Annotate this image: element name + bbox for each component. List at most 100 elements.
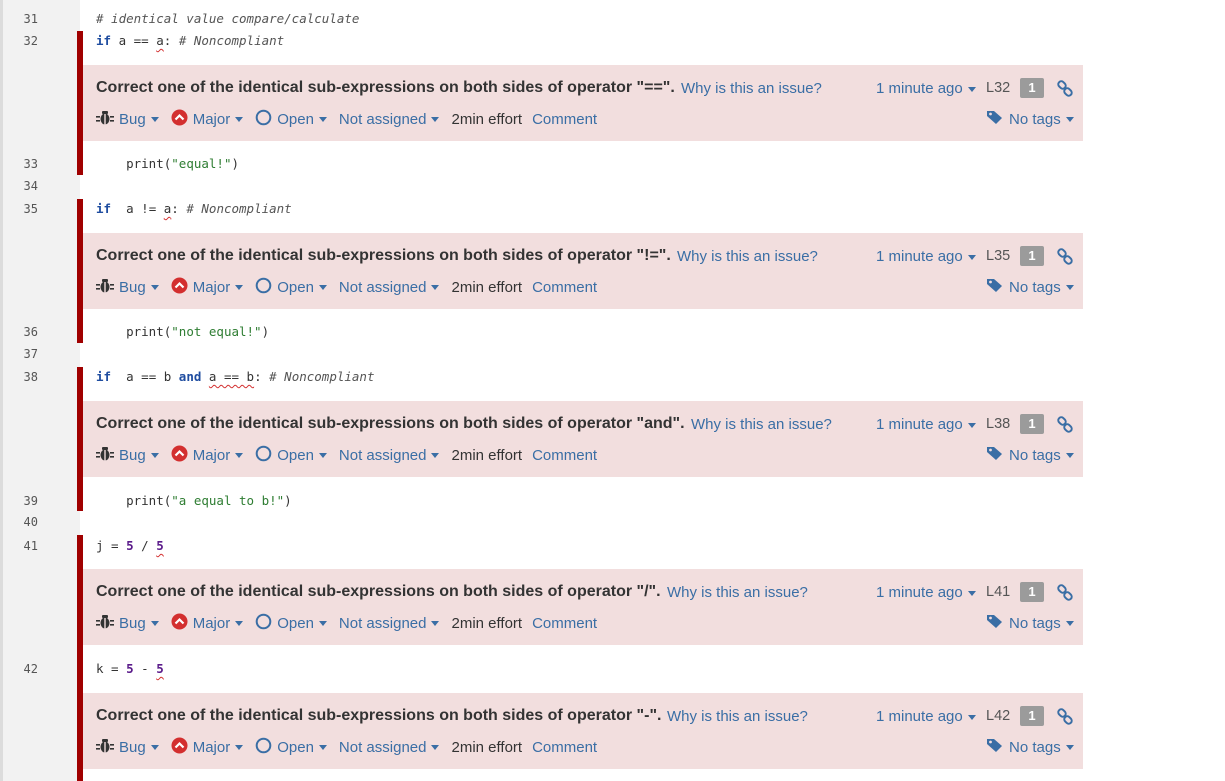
issue-highlight: a == b	[208, 369, 255, 384]
issue-severity-dropdown[interactable]: Major	[171, 445, 244, 466]
issue-message[interactable]: Correct one of the identical sub-express…	[96, 79, 675, 97]
permalink-icon[interactable]	[1056, 248, 1074, 266]
line-number[interactable]: 35	[0, 198, 38, 220]
severity-major-icon	[171, 277, 188, 298]
issue-meta-bar: Bug Major Open Not assigned 2min effort …	[96, 277, 609, 298]
issue-age-dropdown[interactable]: 1 minute ago	[876, 248, 976, 265]
line-number[interactable]: 33	[0, 153, 38, 175]
line-number[interactable]: 38	[0, 366, 38, 388]
line-number[interactable]: 37	[0, 343, 38, 365]
severity-major-icon	[171, 445, 188, 466]
issue-severity-dropdown[interactable]: Major	[171, 737, 244, 758]
comment-link[interactable]: Comment	[532, 615, 597, 632]
issue-box[interactable]: Correct one of the identical sub-express…	[83, 65, 1083, 141]
bug-icon	[96, 446, 114, 466]
issue-assignee-dropdown[interactable]: Not assigned	[339, 615, 440, 632]
issue-box[interactable]: Correct one of the identical sub-express…	[83, 401, 1083, 477]
issue-type-dropdown[interactable]: Bug	[96, 446, 159, 466]
line-number[interactable]: 32	[0, 30, 38, 52]
issue-message[interactable]: Correct one of the identical sub-express…	[96, 707, 661, 725]
issue-message[interactable]: Correct one of the identical sub-express…	[96, 415, 685, 433]
code-text: k = 5 - 5	[96, 661, 164, 676]
issue-age-dropdown[interactable]: 1 minute ago	[876, 708, 976, 725]
line-number[interactable]: 36	[0, 321, 38, 343]
line-number[interactable]: 31	[0, 8, 38, 30]
why-is-this-an-issue-link[interactable]: Why is this an issue?	[681, 80, 822, 97]
permalink-icon[interactable]	[1056, 80, 1074, 98]
issue-box[interactable]: Correct one of the identical sub-express…	[83, 569, 1083, 645]
comment-link[interactable]: Comment	[532, 447, 597, 464]
issue-highlight: 5	[156, 661, 164, 676]
issue-location-count-badge[interactable]: 1	[1020, 582, 1044, 602]
chevron-down-icon	[318, 285, 327, 290]
issue-tags-dropdown[interactable]: No tags	[986, 613, 1074, 633]
why-is-this-an-issue-link[interactable]: Why is this an issue?	[667, 584, 808, 601]
comment-link[interactable]: Comment	[532, 739, 597, 756]
issue-tags-dropdown[interactable]: No tags	[986, 109, 1074, 129]
issue-box[interactable]: Correct one of the identical sub-express…	[83, 233, 1083, 309]
code-text: print("not equal!")	[96, 324, 270, 339]
permalink-icon[interactable]	[1056, 584, 1074, 602]
issue-highlight: a	[156, 33, 164, 48]
issue-box[interactable]: Correct one of the identical sub-express…	[83, 693, 1083, 769]
issue-tags-dropdown[interactable]: No tags	[986, 737, 1074, 757]
issue-status-dropdown[interactable]: Open	[255, 109, 327, 130]
issue-location-count-badge[interactable]: 1	[1020, 78, 1044, 98]
issue-age-dropdown[interactable]: 1 minute ago	[876, 584, 976, 601]
issue-location-count-badge[interactable]: 1	[1020, 246, 1044, 266]
line-number[interactable]: 39	[0, 490, 38, 512]
chevron-down-icon	[431, 453, 440, 458]
chevron-down-icon	[318, 117, 327, 122]
issue-status-dropdown[interactable]: Open	[255, 277, 327, 298]
issue-status-dropdown[interactable]: Open	[255, 445, 327, 466]
why-is-this-an-issue-link[interactable]: Why is this an issue?	[667, 708, 808, 725]
issue-line-number: L42	[986, 708, 1011, 724]
permalink-icon[interactable]	[1056, 708, 1074, 726]
issue-status-dropdown[interactable]: Open	[255, 613, 327, 634]
code-text: print("a equal to b!")	[96, 493, 292, 508]
issue-tags-dropdown[interactable]: No tags	[986, 277, 1074, 297]
issue-age-dropdown[interactable]: 1 minute ago	[876, 416, 976, 433]
line-number[interactable]: 41	[0, 535, 38, 557]
issue-severity-dropdown[interactable]: Major	[171, 109, 244, 130]
issue-age-dropdown[interactable]: 1 minute ago	[876, 80, 976, 97]
issue-message[interactable]: Correct one of the identical sub-express…	[96, 247, 671, 265]
severity-major-icon	[171, 109, 188, 130]
issue-assignee-dropdown[interactable]: Not assigned	[339, 111, 440, 128]
issue-assignee-dropdown[interactable]: Not assigned	[339, 739, 440, 756]
why-is-this-an-issue-link[interactable]: Why is this an issue?	[691, 416, 832, 433]
issue-severity-dropdown[interactable]: Major	[171, 277, 244, 298]
issue-assignee-dropdown[interactable]: Not assigned	[339, 447, 440, 464]
chevron-down-icon	[150, 621, 159, 626]
code-line: 40	[0, 511, 1100, 533]
issue-meta-bar: Bug Major Open Not assigned 2min effort …	[96, 737, 609, 758]
comment-link[interactable]: Comment	[532, 279, 597, 296]
issue-line-number: L32	[986, 80, 1011, 96]
issue-type-dropdown[interactable]: Bug	[96, 614, 159, 634]
issue-type-dropdown[interactable]: Bug	[96, 110, 159, 130]
issue-type-dropdown[interactable]: Bug	[96, 278, 159, 298]
chevron-down-icon	[967, 422, 976, 428]
issue-meta-bar: Bug Major Open Not assigned 2min effort …	[96, 613, 609, 634]
issue-line-number: L41	[986, 584, 1011, 600]
issue-location-count-badge[interactable]: 1	[1020, 414, 1044, 434]
issue-severity-dropdown[interactable]: Major	[171, 613, 244, 634]
line-number[interactable]: 40	[0, 511, 38, 533]
issue-effort: 2min effort	[451, 739, 523, 756]
comment-link[interactable]: Comment	[532, 111, 597, 128]
issue-status-dropdown[interactable]: Open	[255, 737, 327, 758]
issue-message[interactable]: Correct one of the identical sub-express…	[96, 583, 661, 601]
tag-icon	[986, 737, 1004, 757]
issue-location-count-badge[interactable]: 1	[1020, 706, 1044, 726]
issue-effort: 2min effort	[451, 447, 523, 464]
bug-icon	[96, 614, 114, 634]
line-number[interactable]: 42	[0, 658, 38, 680]
issue-type-dropdown[interactable]: Bug	[96, 738, 159, 758]
issue-assignee-dropdown[interactable]: Not assigned	[339, 279, 440, 296]
permalink-icon[interactable]	[1056, 416, 1074, 434]
line-number[interactable]: 34	[0, 175, 38, 197]
tag-icon	[986, 109, 1004, 129]
issue-tags-dropdown[interactable]: No tags	[986, 445, 1074, 465]
why-is-this-an-issue-link[interactable]: Why is this an issue?	[677, 248, 818, 265]
issue-meta-bar: Bug Major Open Not assigned 2min effort …	[96, 109, 609, 130]
